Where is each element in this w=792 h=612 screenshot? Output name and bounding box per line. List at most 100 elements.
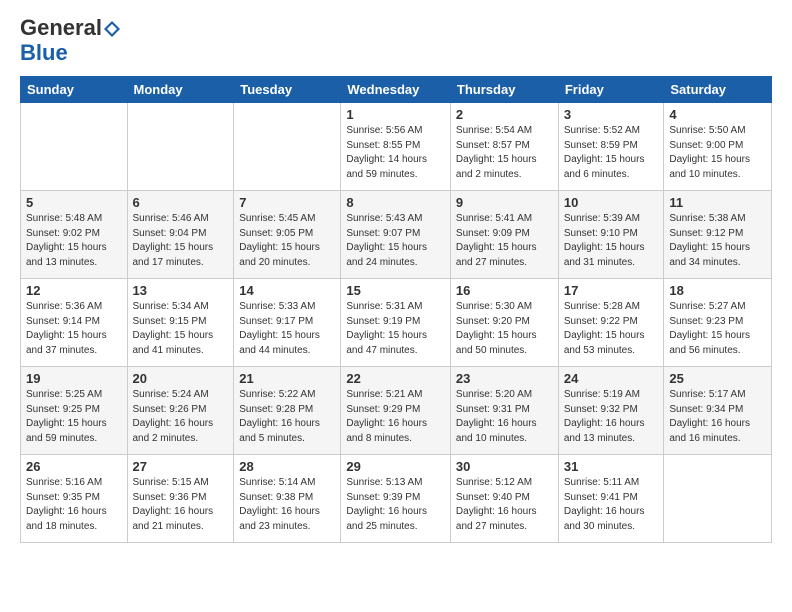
header: General Blue [20, 16, 772, 66]
calendar-cell: 14 Sunrise: 5:33 AM Sunset: 9:17 PM Dayli… [234, 279, 341, 367]
calendar-cell: 30 Sunrise: 5:12 AM Sunset: 9:40 PM Dayli… [450, 455, 558, 543]
day-info: Sunrise: 5:19 AM Sunset: 9:32 PM Dayligh… [564, 388, 659, 446]
calendar-cell: 9 Sunrise: 5:41 AM Sunset: 9:09 PM Daylig… [450, 191, 558, 279]
day-number: 17 [564, 283, 659, 298]
day-info: Sunrise: 5:21 AM Sunset: 9:29 PM Dayligh… [346, 388, 445, 446]
day-info: Sunrise: 5:27 AM Sunset: 9:23 PM Dayligh… [669, 300, 766, 358]
calendar-cell: 2 Sunrise: 5:54 AM Sunset: 8:57 PM Daylig… [450, 103, 558, 191]
day-info: Sunrise: 5:25 AM Sunset: 9:25 PM Dayligh… [26, 388, 122, 446]
day-info: Sunrise: 5:38 AM Sunset: 9:12 PM Dayligh… [669, 212, 766, 270]
day-info: Sunrise: 5:31 AM Sunset: 9:19 PM Dayligh… [346, 300, 445, 358]
calendar-cell: 16Sunrise: 5:30 AM Sunset: 9:20 PM Dayli… [450, 279, 558, 367]
calendar-cell: 31 Sunrise: 5:11 AM Sunset: 9:41 PM Dayli… [558, 455, 664, 543]
calendar-week-row: 5Sunrise: 5:48 AM Sunset: 9:02 PM Daylig… [21, 191, 772, 279]
day-number: 21 [239, 371, 335, 386]
day-number: 28 [239, 459, 335, 474]
calendar-week-row: 26Sunrise: 5:16 AM Sunset: 9:35 PM Dayli… [21, 455, 772, 543]
calendar-cell [664, 455, 772, 543]
calendar-cell: 4 Sunrise: 5:50 AM Sunset: 9:00 PM Daylig… [664, 103, 772, 191]
day-info: Sunrise: 5:15 AM Sunset: 9:36 PM Dayligh… [133, 476, 229, 534]
weekday-header-friday: Friday [558, 77, 664, 103]
calendar-cell: 12 Sunrise: 5:36 AM Sunset: 9:14 PM Dayli… [21, 279, 128, 367]
calendar-cell: 26Sunrise: 5:16 AM Sunset: 9:35 PM Dayli… [21, 455, 128, 543]
calendar-cell: 20 Sunrise: 5:24 AM Sunset: 9:26 PM Dayli… [127, 367, 234, 455]
calendar-week-row: 12 Sunrise: 5:36 AM Sunset: 9:14 PM Dayli… [21, 279, 772, 367]
day-info: Sunrise: 5:43 AM Sunset: 9:07 PM Dayligh… [346, 212, 445, 270]
calendar-cell: 13Sunrise: 5:34 AM Sunset: 9:15 PM Dayli… [127, 279, 234, 367]
day-number: 1 [346, 107, 445, 122]
calendar-cell: 25Sunrise: 5:17 AM Sunset: 9:34 PM Dayli… [664, 367, 772, 455]
day-number: 9 [456, 195, 553, 210]
day-number: 18 [669, 283, 766, 298]
day-info: Sunrise: 5:28 AM Sunset: 9:22 PM Dayligh… [564, 300, 659, 358]
day-info: Sunrise: 5:46 AM Sunset: 9:04 PM Dayligh… [133, 212, 229, 270]
calendar-cell: 11 Sunrise: 5:38 AM Sunset: 9:12 PM Dayli… [664, 191, 772, 279]
day-info: Sunrise: 5:54 AM Sunset: 8:57 PM Dayligh… [456, 124, 553, 182]
day-info: Sunrise: 5:20 AM Sunset: 9:31 PM Dayligh… [456, 388, 553, 446]
calendar-cell: 27 Sunrise: 5:15 AM Sunset: 9:36 PM Dayli… [127, 455, 234, 543]
calendar-cell: 23 Sunrise: 5:20 AM Sunset: 9:31 PM Dayli… [450, 367, 558, 455]
weekday-header-row: SundayMondayTuesdayWednesdayThursdayFrid… [21, 77, 772, 103]
day-number: 6 [133, 195, 229, 210]
day-number: 29 [346, 459, 445, 474]
day-number: 23 [456, 371, 553, 386]
calendar-cell: 8 Sunrise: 5:43 AM Sunset: 9:07 PM Daylig… [341, 191, 451, 279]
calendar-cell: 15Sunrise: 5:31 AM Sunset: 9:19 PM Dayli… [341, 279, 451, 367]
day-number: 5 [26, 195, 122, 210]
day-info: Sunrise: 5:11 AM Sunset: 9:41 PM Dayligh… [564, 476, 659, 534]
day-number: 7 [239, 195, 335, 210]
day-number: 24 [564, 371, 659, 386]
day-info: Sunrise: 5:39 AM Sunset: 9:10 PM Dayligh… [564, 212, 659, 270]
calendar-cell [127, 103, 234, 191]
calendar-cell: 10Sunrise: 5:39 AM Sunset: 9:10 PM Dayli… [558, 191, 664, 279]
calendar-cell: 6 Sunrise: 5:46 AM Sunset: 9:04 PM Daylig… [127, 191, 234, 279]
day-info: Sunrise: 5:36 AM Sunset: 9:14 PM Dayligh… [26, 300, 122, 358]
calendar-cell: 21Sunrise: 5:22 AM Sunset: 9:28 PM Dayli… [234, 367, 341, 455]
day-number: 31 [564, 459, 659, 474]
weekday-header-monday: Monday [127, 77, 234, 103]
page: General Blue SundayMondayTuesdayWednesda… [0, 0, 792, 553]
day-info: Sunrise: 5:33 AM Sunset: 9:17 PM Dayligh… [239, 300, 335, 358]
day-number: 22 [346, 371, 445, 386]
logo: General Blue [20, 16, 122, 66]
calendar-cell: 24 Sunrise: 5:19 AM Sunset: 9:32 PM Dayli… [558, 367, 664, 455]
day-number: 19 [26, 371, 122, 386]
day-number: 14 [239, 283, 335, 298]
day-number: 4 [669, 107, 766, 122]
day-number: 8 [346, 195, 445, 210]
calendar-cell: 18 Sunrise: 5:27 AM Sunset: 9:23 PM Dayli… [664, 279, 772, 367]
day-info: Sunrise: 5:30 AM Sunset: 9:20 PM Dayligh… [456, 300, 553, 358]
day-info: Sunrise: 5:17 AM Sunset: 9:34 PM Dayligh… [669, 388, 766, 446]
calendar-cell: 5Sunrise: 5:48 AM Sunset: 9:02 PM Daylig… [21, 191, 128, 279]
calendar-cell: 3 Sunrise: 5:52 AM Sunset: 8:59 PM Daylig… [558, 103, 664, 191]
day-info: Sunrise: 5:41 AM Sunset: 9:09 PM Dayligh… [456, 212, 553, 270]
calendar-cell: 28 Sunrise: 5:14 AM Sunset: 9:38 PM Dayli… [234, 455, 341, 543]
day-number: 13 [133, 283, 229, 298]
day-number: 11 [669, 195, 766, 210]
calendar-cell [234, 103, 341, 191]
logo-text: General Blue [20, 16, 122, 66]
day-info: Sunrise: 5:14 AM Sunset: 9:38 PM Dayligh… [239, 476, 335, 534]
day-number: 2 [456, 107, 553, 122]
calendar-cell: 17 Sunrise: 5:28 AM Sunset: 9:22 PM Dayli… [558, 279, 664, 367]
day-info: Sunrise: 5:52 AM Sunset: 8:59 PM Dayligh… [564, 124, 659, 182]
day-info: Sunrise: 5:24 AM Sunset: 9:26 PM Dayligh… [133, 388, 229, 446]
day-number: 12 [26, 283, 122, 298]
weekday-header-wednesday: Wednesday [341, 77, 451, 103]
calendar-cell [21, 103, 128, 191]
calendar-week-row: 19 Sunrise: 5:25 AM Sunset: 9:25 PM Dayli… [21, 367, 772, 455]
day-info: Sunrise: 5:50 AM Sunset: 9:00 PM Dayligh… [669, 124, 766, 182]
logo-general: General [20, 15, 102, 40]
day-number: 30 [456, 459, 553, 474]
calendar-cell: 22 Sunrise: 5:21 AM Sunset: 9:29 PM Dayli… [341, 367, 451, 455]
day-number: 3 [564, 107, 659, 122]
calendar-cell: 29Sunrise: 5:13 AM Sunset: 9:39 PM Dayli… [341, 455, 451, 543]
day-info: Sunrise: 5:56 AM Sunset: 8:55 PM Dayligh… [346, 124, 445, 182]
day-number: 20 [133, 371, 229, 386]
weekday-header-saturday: Saturday [664, 77, 772, 103]
calendar-cell: 19 Sunrise: 5:25 AM Sunset: 9:25 PM Dayli… [21, 367, 128, 455]
day-info: Sunrise: 5:12 AM Sunset: 9:40 PM Dayligh… [456, 476, 553, 534]
day-info: Sunrise: 5:16 AM Sunset: 9:35 PM Dayligh… [26, 476, 122, 534]
logo-flag-icon [103, 20, 121, 38]
day-number: 27 [133, 459, 229, 474]
